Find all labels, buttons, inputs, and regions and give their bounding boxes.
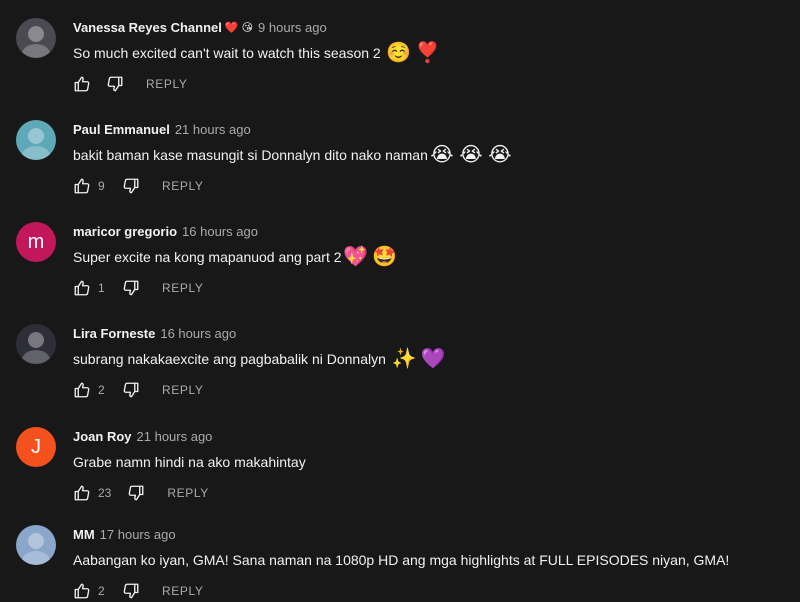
comment-timestamp[interactable]: 21 hours ago bbox=[137, 429, 213, 444]
comment-item: Vanessa Reyes Channel ❤️ 😘 9 hours ago So mu… bbox=[0, 18, 800, 118]
like-count: 2 bbox=[98, 383, 105, 397]
comment-header: maricor gregorio 16 hours ago bbox=[73, 222, 258, 240]
thumbs-up-icon[interactable] bbox=[73, 75, 91, 93]
comment-actions: 9 REPLY bbox=[73, 176, 203, 196]
thumbs-up-icon[interactable] bbox=[73, 177, 91, 195]
author-name[interactable]: Lira Forneste bbox=[73, 326, 155, 341]
thumbs-down-icon[interactable] bbox=[122, 177, 140, 195]
emoji: ✨ bbox=[391, 348, 417, 370]
avatar[interactable]: m bbox=[16, 222, 56, 262]
comment-item: Paul Emmanuel 21 hours ago bakit baman kas… bbox=[0, 120, 800, 220]
thumbs-down-icon[interactable] bbox=[127, 484, 145, 502]
comment-text: Super excite na kong mapanuod ang part 2… bbox=[73, 245, 397, 269]
author-name[interactable]: Joan Roy bbox=[73, 429, 132, 444]
comment-header: MM 17 hours ago bbox=[73, 525, 176, 543]
comment-body: So much excited can't wait to watch this… bbox=[73, 45, 381, 61]
like-count: 9 bbox=[98, 179, 105, 193]
like-count: 2 bbox=[98, 584, 105, 598]
emoji: 🤩 bbox=[372, 246, 397, 268]
emoji: 💜 bbox=[420, 348, 446, 370]
comment-body: bakit baman kase masungit si Donnalyn di… bbox=[73, 147, 428, 163]
avatar-letter: m bbox=[27, 230, 45, 253]
comment-item: MM 17 hours ago Aabangan ko iyan, GMA! San… bbox=[0, 525, 800, 602]
avatar[interactable] bbox=[16, 525, 56, 565]
comment-actions: REPLY bbox=[73, 74, 187, 94]
comment-item: J Joan Roy 21 hours ago Grabe namn hindi na… bbox=[0, 427, 800, 527]
author-name[interactable]: MM bbox=[73, 527, 95, 542]
thumbs-up-icon[interactable] bbox=[73, 381, 91, 399]
comment-header: Vanessa Reyes Channel ❤️ 😘 9 hours ago bbox=[73, 18, 327, 36]
like-count: 1 bbox=[98, 281, 105, 295]
comment-header: Paul Emmanuel 21 hours ago bbox=[73, 120, 251, 138]
comment-header: Lira Forneste 16 hours ago bbox=[73, 324, 236, 342]
thumbs-down-icon[interactable] bbox=[106, 75, 124, 93]
comment-body: subrang nakakaexcite ang pagbabalik ni D… bbox=[73, 351, 386, 367]
reply-button[interactable]: REPLY bbox=[162, 281, 203, 295]
comment-actions: 2 REPLY bbox=[73, 581, 203, 601]
thumbs-down-icon[interactable] bbox=[122, 582, 140, 600]
comment-timestamp[interactable]: 16 hours ago bbox=[182, 224, 258, 239]
avatar[interactable]: J bbox=[16, 427, 56, 467]
comment-text: Grabe namn hindi na ako makahintay bbox=[73, 450, 306, 474]
comment-item: Lira Forneste 16 hours ago subrang nakakae… bbox=[0, 324, 800, 424]
creator-heart-badge: ❤️ bbox=[224, 21, 239, 34]
author-name[interactable]: maricor gregorio bbox=[73, 224, 177, 239]
emoji: ❣️ bbox=[415, 42, 441, 64]
like-count: 23 bbox=[98, 486, 112, 500]
comment-timestamp[interactable]: 17 hours ago bbox=[100, 527, 176, 542]
comment-text: bakit baman kase masungit si Donnalyn di… bbox=[73, 143, 512, 167]
creator-heart-badge: 😘 bbox=[241, 21, 254, 34]
thumbs-up-icon[interactable] bbox=[73, 582, 91, 600]
avatar[interactable] bbox=[16, 18, 56, 58]
comment-text: So much excited can't wait to watch this… bbox=[73, 41, 441, 65]
comment-actions: 2 REPLY bbox=[73, 380, 203, 400]
author-name[interactable]: Paul Emmanuel bbox=[73, 122, 170, 137]
author-name[interactable]: Vanessa Reyes Channel bbox=[73, 20, 222, 35]
comment-header: Joan Roy 21 hours ago bbox=[73, 427, 212, 445]
comment-timestamp[interactable]: 21 hours ago bbox=[175, 122, 251, 137]
reply-button[interactable]: REPLY bbox=[146, 77, 187, 91]
reply-button[interactable]: REPLY bbox=[162, 179, 203, 193]
comment-actions: 23 REPLY bbox=[73, 483, 209, 503]
avatar[interactable] bbox=[16, 324, 56, 364]
avatar[interactable] bbox=[16, 120, 56, 160]
avatar-letter: J bbox=[31, 435, 41, 458]
comment-body: Grabe namn hindi na ako makahintay bbox=[73, 454, 306, 470]
comment-actions: 1 REPLY bbox=[73, 278, 203, 298]
reply-button[interactable]: REPLY bbox=[162, 584, 203, 598]
reply-button[interactable]: REPLY bbox=[167, 486, 208, 500]
comment-text: subrang nakakaexcite ang pagbabalik ni D… bbox=[73, 347, 446, 371]
comment-timestamp[interactable]: 16 hours ago bbox=[160, 326, 236, 341]
emoji: ☺️ bbox=[386, 42, 412, 64]
thumbs-down-icon[interactable] bbox=[122, 279, 140, 297]
emoji: 😭 bbox=[488, 144, 512, 166]
comment-text: Aabangan ko iyan, GMA! Sana naman na 108… bbox=[73, 548, 729, 572]
reply-button[interactable]: REPLY bbox=[162, 383, 203, 397]
emoji: 😭 bbox=[430, 144, 454, 166]
comment-body: Aabangan ko iyan, GMA! Sana naman na 108… bbox=[73, 552, 730, 568]
thumbs-down-icon[interactable] bbox=[122, 381, 140, 399]
comment-body: Super excite na kong mapanuod ang part 2 bbox=[73, 249, 342, 265]
comment-timestamp[interactable]: 9 hours ago bbox=[258, 20, 327, 35]
emoji: 😭 bbox=[459, 144, 483, 166]
thumbs-up-icon[interactable] bbox=[73, 484, 91, 502]
emoji: 💖 bbox=[343, 246, 368, 268]
comment-item: m maricor gregorio 16 hours ago Super excit… bbox=[0, 222, 800, 322]
thumbs-up-icon[interactable] bbox=[73, 279, 91, 297]
